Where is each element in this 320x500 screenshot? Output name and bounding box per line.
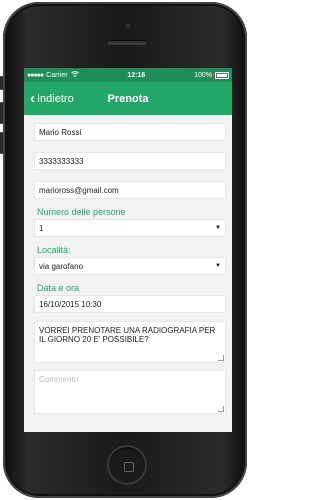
navigation-bar: ‹ Indietro Prenota bbox=[24, 82, 232, 115]
volume-down-button bbox=[0, 132, 3, 154]
name-field[interactable]: Mario Rossi bbox=[34, 123, 226, 141]
email-field[interactable]: marioross@gmail.com bbox=[34, 181, 226, 199]
chevron-left-icon: ‹ bbox=[30, 90, 35, 107]
message-textarea[interactable]: VORREI PRENOTARE UNA RADIOGRAFIA PER IL … bbox=[34, 321, 226, 363]
back-button[interactable]: ‹ Indietro bbox=[24, 91, 74, 106]
battery-icon bbox=[215, 71, 229, 79]
resize-handle[interactable] bbox=[218, 355, 224, 361]
back-button-label: Indietro bbox=[37, 92, 74, 105]
front-camera bbox=[124, 22, 132, 30]
volume-up-button bbox=[0, 102, 3, 124]
home-button[interactable] bbox=[107, 445, 147, 485]
phone-frame: ●●●●● Carrier 12:16 100% ‹ Indietro Pren… bbox=[0, 2, 247, 498]
caret-down-icon: ▼ bbox=[215, 225, 221, 231]
carrier-label: Carrier bbox=[46, 71, 68, 79]
resize-handle[interactable] bbox=[218, 406, 224, 412]
people-select[interactable]: 1 ▼ bbox=[34, 219, 226, 237]
location-label: Località: bbox=[37, 245, 71, 255]
comment-placeholder: Commento bbox=[39, 375, 79, 384]
wifi-icon bbox=[70, 71, 79, 79]
datetime-field[interactable]: 16/10/2015 10:30 bbox=[34, 295, 226, 313]
caret-down-icon: ▼ bbox=[215, 263, 221, 269]
location-select[interactable]: via garofano ▼ bbox=[34, 257, 226, 275]
mute-switch bbox=[0, 76, 3, 90]
booking-form: Mario Rossi 3333333333 marioross@gmail.c… bbox=[24, 115, 232, 414]
clock: 12:16 bbox=[127, 71, 146, 79]
earpiece-speaker bbox=[107, 40, 147, 45]
home-square-icon bbox=[124, 462, 134, 472]
signal-icon: ●●●●● bbox=[27, 71, 44, 79]
datetime-label: Data e ora bbox=[37, 283, 80, 293]
app-screen: ●●●●● Carrier 12:16 100% ‹ Indietro Pren… bbox=[24, 68, 232, 432]
people-select-value: 1 bbox=[39, 223, 44, 233]
location-select-value: via garofano bbox=[39, 261, 84, 271]
message-text: VORREI PRENOTARE UNA RADIOGRAFIA PER IL … bbox=[39, 326, 216, 344]
phone-field[interactable]: 3333333333 bbox=[34, 152, 226, 170]
status-bar: ●●●●● Carrier 12:16 100% bbox=[24, 68, 232, 82]
battery-percent: 100% bbox=[194, 71, 212, 79]
people-label: Numero delle persone bbox=[37, 207, 126, 217]
comment-textarea[interactable]: Commento bbox=[34, 370, 226, 414]
